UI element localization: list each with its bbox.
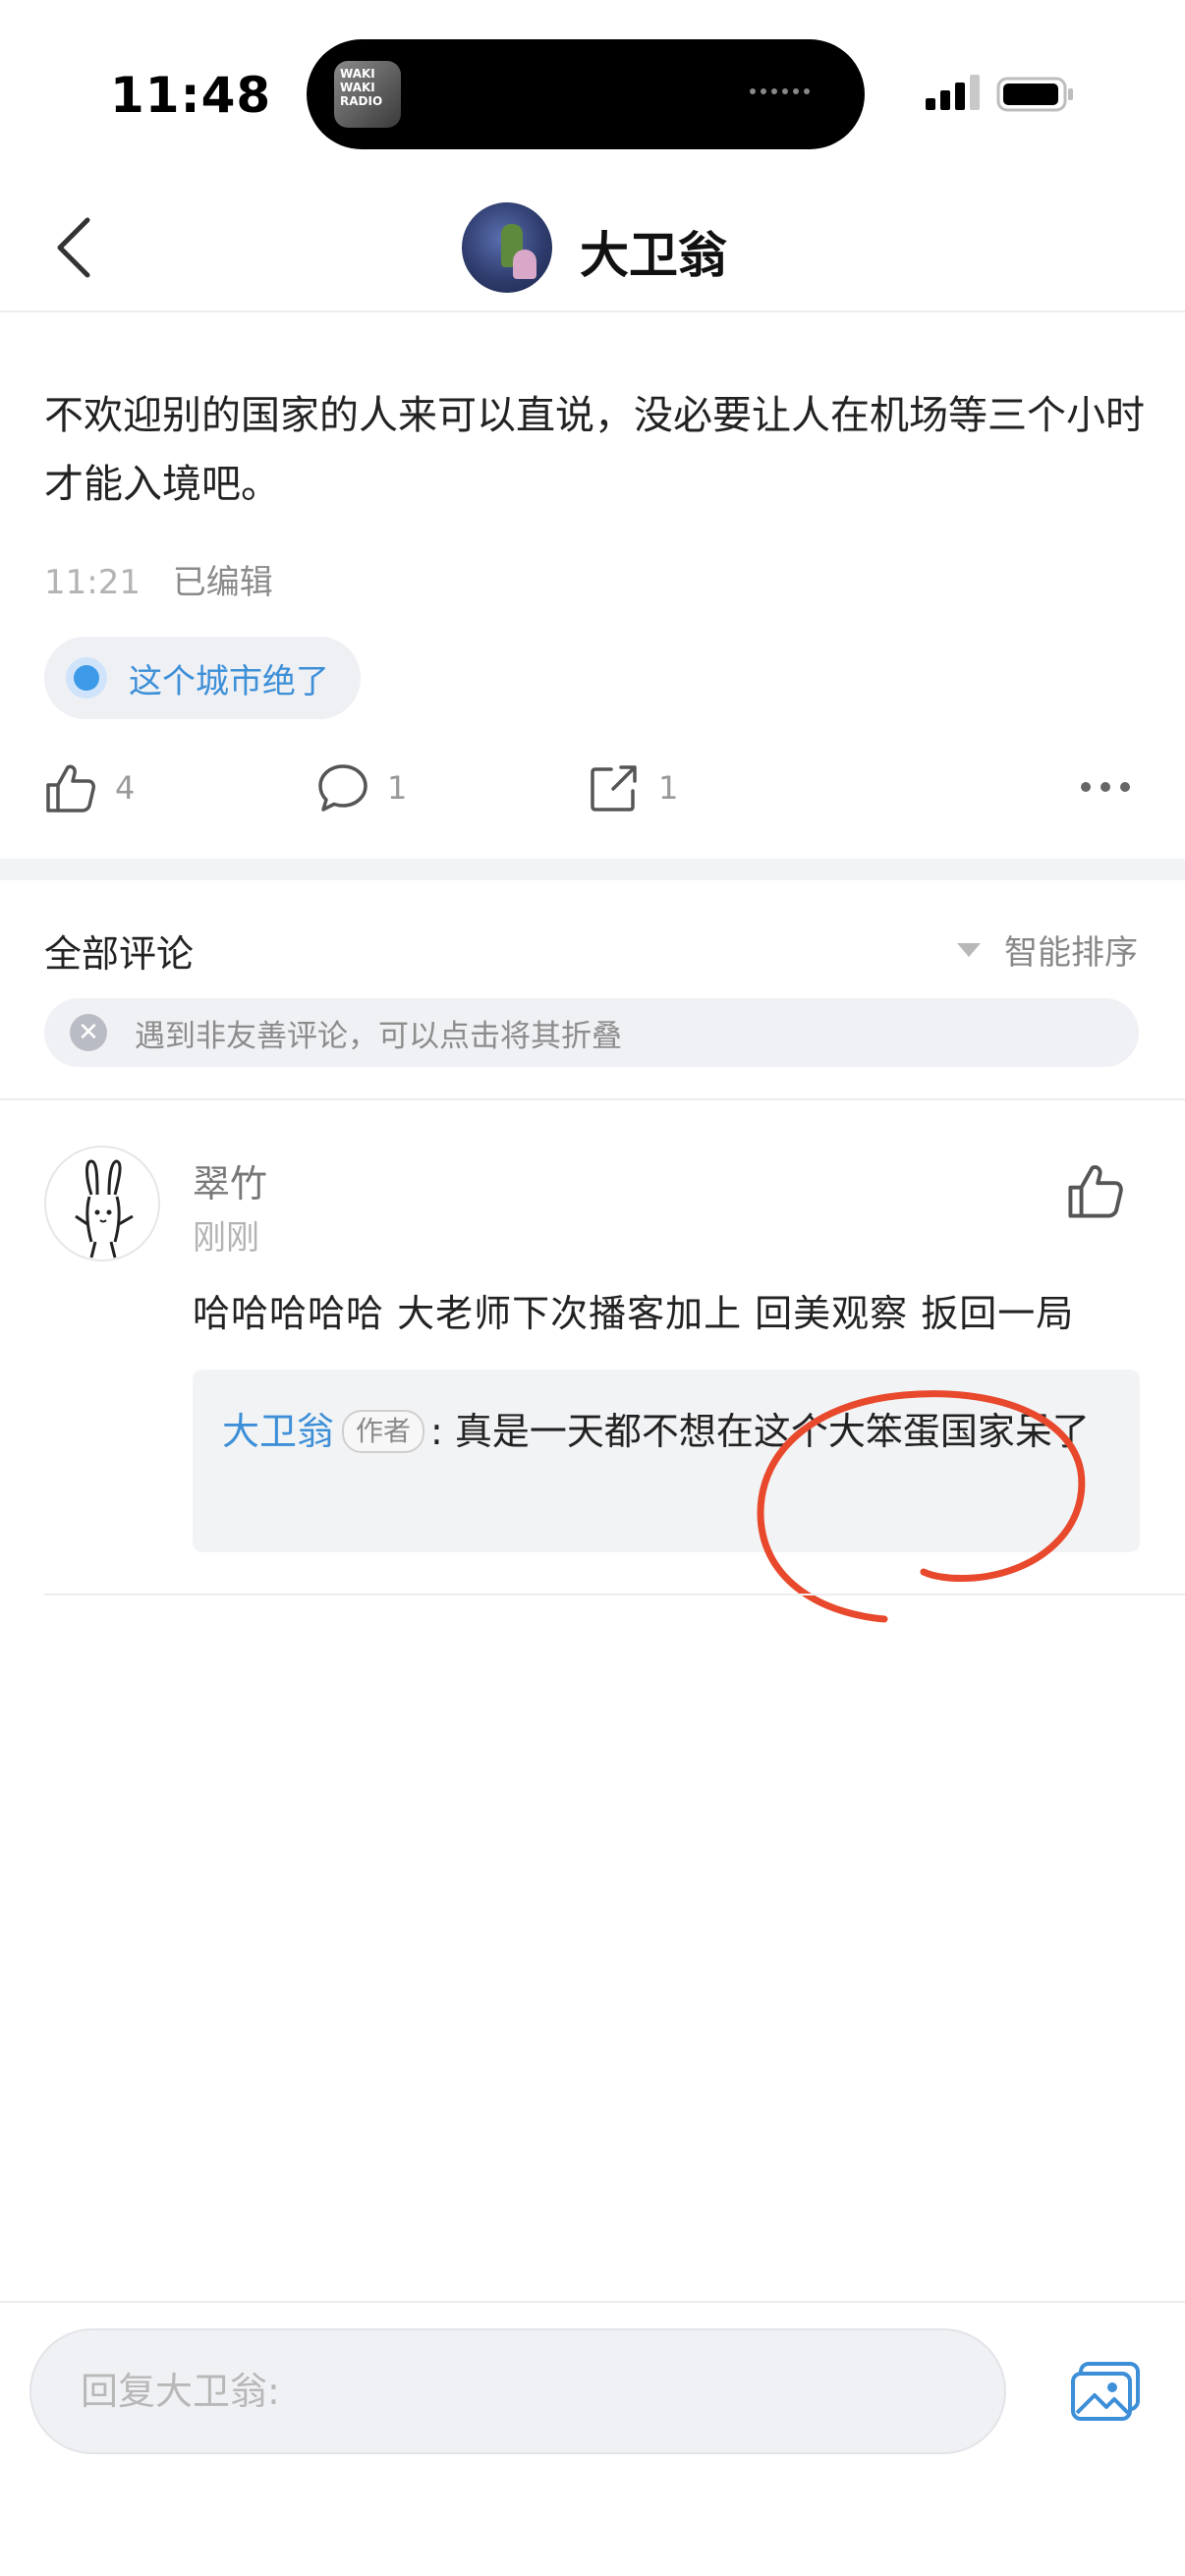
dynamic-island[interactable]: WAKI WAKI RADIO [307, 39, 865, 149]
post-meta: 11:21 已编辑 [44, 555, 273, 603]
comment-author[interactable]: 翠竹 [193, 1153, 267, 1207]
share-count: 1 [658, 769, 679, 807]
divider [44, 1594, 1185, 1596]
comment-time: 刚刚 [193, 1218, 259, 1258]
fold-tip-bar[interactable]: ✕ 遇到非友善评论，可以点击将其折叠 [44, 998, 1139, 1067]
rabbit-avatar-icon [75, 1159, 134, 1259]
image-upload-icon[interactable] [1069, 2360, 1142, 2423]
topic-icon [66, 657, 107, 699]
now-playing-artwork: WAKI WAKI RADIO [334, 61, 401, 128]
like-button[interactable]: 4 [44, 747, 135, 829]
avatar[interactable] [462, 202, 552, 293]
share-button[interactable]: 1 [588, 747, 678, 829]
status-time: 11:48 [110, 67, 272, 124]
topic-chip[interactable]: 这个城市绝了 [44, 637, 361, 719]
section-divider [0, 859, 1185, 880]
sort-label: 智能排序 [1004, 933, 1138, 973]
battery-icon [996, 77, 1073, 112]
sort-button[interactable]: 智能排序 [957, 925, 1138, 974]
reply-input[interactable] [29, 2328, 1006, 2454]
cellular-signal-icon [926, 75, 980, 110]
audio-waveform-icon [750, 88, 810, 94]
comment-bubble-icon [318, 764, 367, 812]
back-button[interactable] [39, 208, 108, 287]
nav-header: 大卫翁 [0, 187, 1185, 312]
reply-separator: : [430, 1410, 443, 1453]
page-title[interactable]: 大卫翁 [580, 216, 727, 287]
like-count: 4 [115, 769, 136, 807]
post-time: 11:21 [44, 563, 141, 602]
reply-bar [0, 2301, 1185, 2576]
post-text: 不欢迎别的国家的人来可以直说，没必要让人在机场等三个小时才能入境吧。 [44, 393, 1145, 507]
post-actions: 4 1 1 [0, 747, 1185, 829]
comment-text: 哈哈哈哈哈 大老师下次播客加上 回美观察 扳回一局 [193, 1292, 1075, 1335]
fold-tip-text: 遇到非友善评论，可以点击将其折叠 [135, 1018, 622, 1054]
comment-button[interactable]: 1 [316, 747, 407, 829]
thumbs-up-icon[interactable] [1066, 1161, 1125, 1220]
topic-label: 这个城市绝了 [129, 661, 329, 701]
more-options-icon[interactable] [1081, 772, 1136, 802]
caret-down-icon [957, 942, 981, 957]
thumbs-up-icon [46, 764, 95, 812]
share-icon [591, 765, 637, 812]
reply-author[interactable]: 大卫翁 [222, 1410, 334, 1453]
chevron-left-icon [57, 217, 90, 278]
avatar[interactable] [44, 1146, 160, 1261]
comments-title: 全部评论 [44, 932, 195, 976]
edited-label: 已编辑 [172, 563, 273, 602]
red-circle-annotation [757, 1390, 1086, 1623]
author-badge: 作者 [342, 1410, 425, 1453]
close-icon[interactable]: ✕ [70, 1014, 107, 1051]
status-bar: 11:48 WAKI WAKI RADIO [0, 0, 1185, 187]
comment-count: 1 [387, 769, 408, 807]
